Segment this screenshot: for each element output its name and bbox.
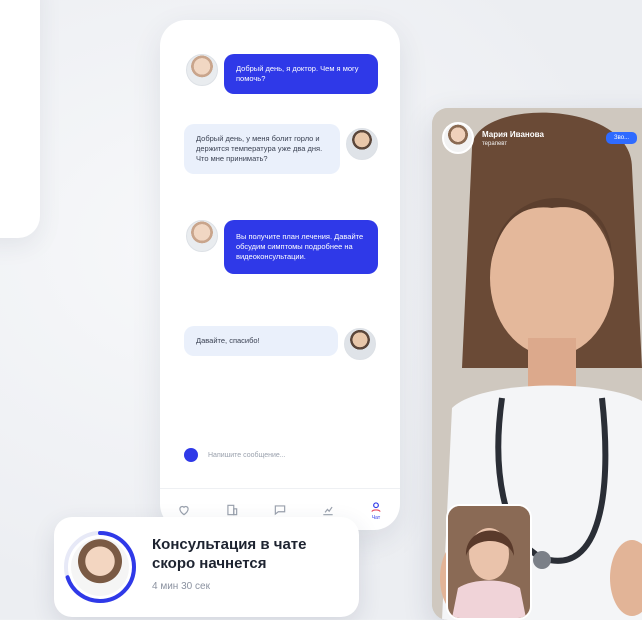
message-input[interactable]: Напишите сообщение... bbox=[208, 452, 286, 459]
heart-icon bbox=[179, 505, 189, 516]
message-input-row[interactable]: Напишите сообщение... bbox=[184, 448, 286, 462]
doctor-name: Мария Иванова bbox=[482, 129, 544, 139]
notification-title: Консультация в чате скоро начнется bbox=[152, 536, 307, 572]
video-call: Мария Иванова терапевт Зво... bbox=[432, 108, 642, 620]
chat-message-doctor: Вы получите план лечения. Давайте обсуди… bbox=[186, 220, 378, 274]
doctor-role: терапевт bbox=[482, 140, 508, 147]
profile-icon bbox=[371, 501, 381, 512]
chat-icon bbox=[274, 505, 286, 516]
message-bubble: Добрый день, я доктор. Чем я могу помочь… bbox=[224, 54, 378, 94]
doctor-avatar bbox=[186, 220, 218, 252]
chat-message-patient: Добрый день, у меня болит горло и держит… bbox=[184, 124, 378, 174]
chat-message-doctor: Добрый день, я доктор. Чем я могу помочь… bbox=[186, 54, 378, 94]
message-bubble: Вы получите план лечения. Давайте обсуди… bbox=[224, 220, 378, 274]
notification-time: 4 мин 30 сек bbox=[152, 581, 210, 592]
video-header: Мария Иванова терапевт bbox=[442, 122, 544, 154]
doctor-avatar bbox=[442, 122, 474, 154]
chat-panel: Добрый день, я доктор. Чем я могу помочь… bbox=[160, 20, 400, 530]
send-dot-icon[interactable] bbox=[184, 448, 198, 462]
consultation-notification[interactable]: Консультация в чате скоро начнется 4 мин… bbox=[54, 517, 359, 617]
doctor-avatar bbox=[71, 538, 129, 596]
chat-message-patient: Давайте, спасибо! bbox=[184, 326, 376, 360]
patient-avatar bbox=[346, 128, 378, 160]
patient-video-image bbox=[448, 506, 530, 618]
tab-chat[interactable]: Чат bbox=[363, 497, 389, 523]
message-bubble: Давайте, спасибо! bbox=[184, 326, 338, 356]
message-bubble: Добрый день, у меня болит горло и держит… bbox=[184, 124, 340, 174]
self-view bbox=[446, 504, 532, 620]
call-badge[interactable]: Зво... bbox=[606, 132, 638, 144]
doctor-avatar bbox=[186, 54, 218, 86]
patient-avatar bbox=[344, 328, 376, 360]
side-card bbox=[0, 0, 40, 238]
building-icon bbox=[227, 504, 238, 516]
tab-chat-label: Чат bbox=[371, 514, 381, 521]
chart-icon bbox=[323, 506, 333, 516]
